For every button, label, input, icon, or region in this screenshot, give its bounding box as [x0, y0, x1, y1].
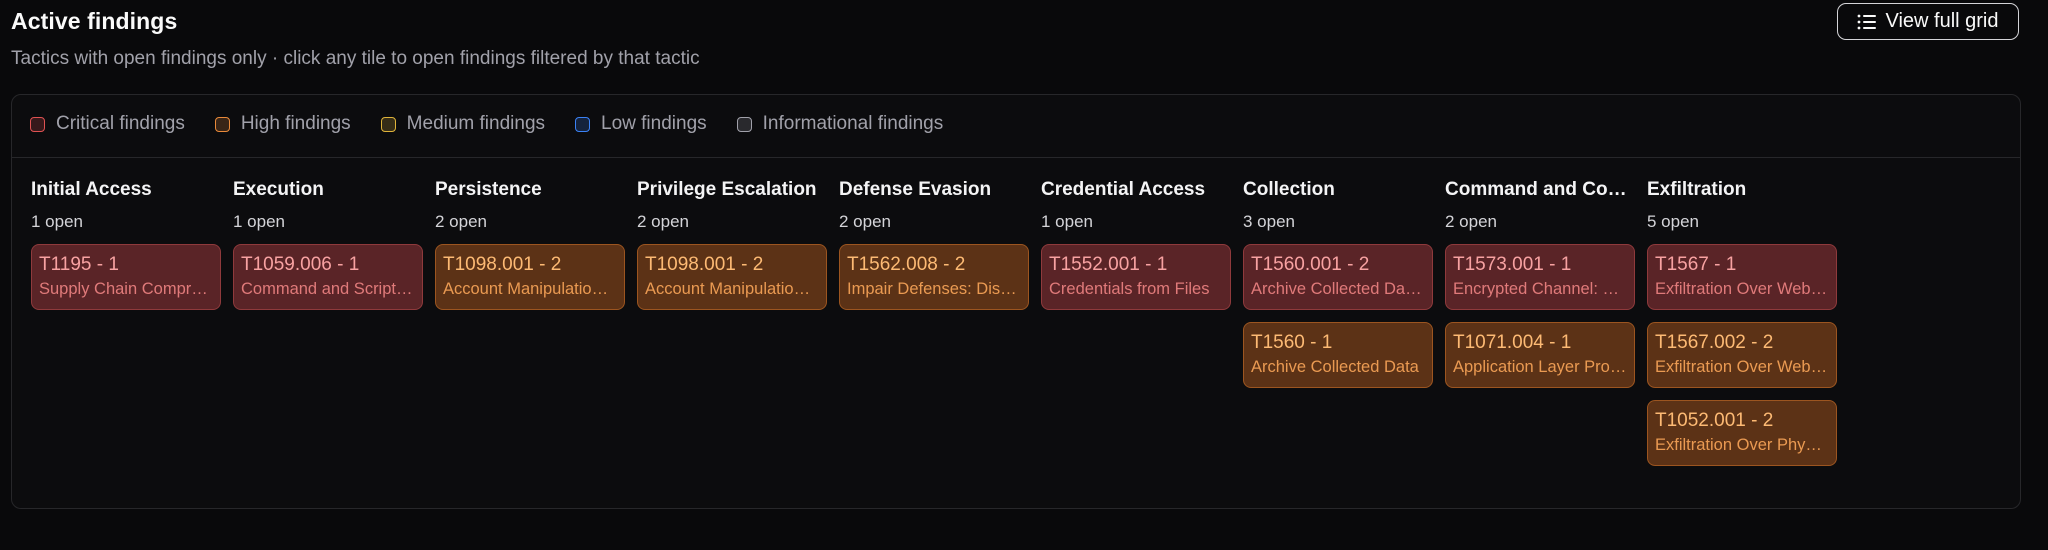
tactic-column: Exfiltration 5 open T1567 - 1 Exfiltration … — [1647, 177, 1839, 466]
legend-label: Informational findings — [762, 113, 944, 134]
technique-id: T1098.001 - 2 — [443, 254, 562, 275]
tactic-title: Initial Access — [31, 179, 152, 200]
tactic-column: Defense Evasion 2 open T1562.008 - 2 Impair… — [839, 177, 1031, 310]
technique-tile[interactable]: T1098.001 - 2 Account Manipulation: Addit… — [435, 244, 625, 310]
tactic-open-count: 1 open — [31, 212, 83, 231]
technique-id: T1573.001 - 1 — [1453, 254, 1572, 275]
tactic-title: Credential Access — [1041, 179, 1206, 200]
technique-name: Archive Collected Data: Archive via Util… — [1251, 280, 1425, 298]
legend-item: Low findings — [575, 113, 707, 135]
tactic-column: Execution 1 open T1059.006 - 1 Command and … — [233, 177, 425, 310]
view-full-grid-button[interactable]: View full grid — [1837, 3, 2019, 40]
technique-tile[interactable]: T1573.001 - 1 Encrypted Channel: Symmetri… — [1445, 244, 1635, 310]
technique-tile[interactable]: T1567.002 - 2 Exfiltration Over Web Servi… — [1647, 322, 1837, 388]
tactic-title: Execution — [233, 179, 324, 200]
technique-tile[interactable]: T1560 - 1 Archive Collected Data — [1243, 322, 1433, 388]
tactic-column: Collection 3 open T1560.001 - 2 Archive Col… — [1243, 177, 1435, 388]
technique-id: T1052.001 - 2 — [1655, 410, 1774, 431]
technique-name: Encrypted Channel: Symmetric Cryptograph… — [1453, 280, 1627, 298]
technique-tile[interactable]: T1567 - 1 Exfiltration Over Web Service — [1647, 244, 1837, 310]
list-icon — [1857, 13, 1877, 31]
tactic-open-count: 2 open — [435, 212, 487, 231]
technique-tile[interactable]: T1071.004 - 1 Application Layer Protocol:… — [1445, 322, 1635, 388]
technique-id: T1195 - 1 — [39, 254, 119, 275]
tactic-title: Exfiltration — [1647, 179, 1747, 200]
technique-name: Exfiltration Over Web Service — [1655, 280, 1829, 298]
tactic-open-count: 5 open — [1647, 212, 1699, 231]
page-subtitle: Tactics with open findings only · click … — [11, 48, 700, 69]
technique-tile[interactable]: T1552.001 - 1 Credentials from Files — [1041, 244, 1231, 310]
technique-id: T1567.002 - 2 — [1655, 332, 1774, 353]
technique-tile[interactable]: T1059.006 - 1 Command and Scripting Inter… — [233, 244, 423, 310]
view-full-grid-label: View full grid — [1885, 10, 1999, 32]
legend-swatch — [575, 116, 591, 132]
legend-swatch — [214, 116, 230, 132]
tactic-title: Privilege Escalation — [637, 179, 817, 200]
legend-item: Medium findings — [380, 113, 546, 135]
technique-name: Application Layer Protocol: DNS — [1453, 358, 1627, 376]
tactic-open-count: 2 open — [637, 212, 689, 231]
legend-label: Medium findings — [406, 113, 546, 134]
page-title: Active findings — [11, 8, 178, 34]
tactic-column: Initial Access 1 open T1195 - 1 Supply Chai… — [31, 177, 223, 310]
tactic-column: Credential Access 1 open T1552.001 - 1 Cred… — [1041, 177, 1233, 310]
tactic-title: Collection — [1243, 179, 1335, 200]
legend-swatch — [380, 116, 396, 132]
technique-tile[interactable]: T1052.001 - 2 Exfiltration Over Physical … — [1647, 400, 1837, 466]
technique-id: T1098.001 - 2 — [645, 254, 764, 275]
tactic-open-count: 2 open — [839, 212, 891, 231]
tactic-title: Defense Evasion — [839, 179, 992, 200]
technique-name: Account Manipulation: Additional Cloud C… — [645, 280, 819, 298]
tactic-open-count: 3 open — [1243, 212, 1295, 231]
technique-name: Exfiltration Over Web Service: Exfiltrat… — [1655, 358, 1829, 376]
technique-name: Credentials from Files — [1049, 280, 1210, 298]
technique-tile[interactable]: T1195 - 1 Supply Chain Compromise — [31, 244, 221, 310]
technique-id: T1567 - 1 — [1655, 254, 1737, 275]
legend-label: High findings — [240, 113, 351, 134]
technique-name: Command and Scripting Interpreter: Pytho… — [241, 280, 415, 298]
technique-id: T1071.004 - 1 — [1453, 332, 1572, 353]
tactic-column: Command and Control 2 open T1573.001 - 1 En… — [1445, 177, 1637, 388]
technique-id: T1059.006 - 1 — [241, 254, 360, 275]
legend-divider — [12, 157, 2020, 158]
technique-id: T1562.008 - 2 — [847, 254, 966, 275]
technique-tile[interactable]: T1562.008 - 2 Impair Defenses: Disable or… — [839, 244, 1029, 310]
technique-name: Supply Chain Compromise — [39, 280, 213, 298]
technique-id: T1552.001 - 1 — [1049, 254, 1168, 275]
technique-name: Account Manipulation: Additional Cloud C… — [443, 280, 617, 298]
legend-label: Low findings — [601, 113, 707, 134]
technique-id: T1560.001 - 2 — [1251, 254, 1370, 275]
tactic-title: Command and Control — [1445, 179, 1637, 200]
tactic-column: Persistence 2 open T1098.001 - 2 Account Ma… — [435, 177, 627, 310]
legend-label: Critical findings — [56, 113, 185, 134]
tactic-open-count: 1 open — [233, 212, 285, 231]
tactic-title: Persistence — [435, 179, 542, 200]
technique-name: Archive Collected Data — [1251, 358, 1419, 376]
severity-legend: Critical findings High findings Medium fin… — [30, 113, 943, 135]
tactic-open-count: 1 open — [1041, 212, 1093, 231]
technique-tile[interactable]: T1098.001 - 2 Account Manipulation: Addit… — [637, 244, 827, 310]
technique-name: Exfiltration Over Physical Medium: Exfil… — [1655, 436, 1829, 454]
legend-swatch — [736, 116, 752, 132]
tactic-open-count: 2 open — [1445, 212, 1497, 231]
technique-tile[interactable]: T1560.001 - 2 Archive Collected Data: Arc… — [1243, 244, 1433, 310]
legend-item: High findings — [214, 113, 351, 135]
technique-id: T1560 - 1 — [1251, 332, 1333, 353]
findings-panel: Critical findings High findings Medium fin… — [11, 94, 2021, 509]
tactic-column: Privilege Escalation 2 open T1098.001 - 2 A… — [637, 177, 829, 310]
legend-item: Critical findings — [30, 113, 185, 135]
legend-swatch — [30, 116, 45, 132]
legend-item: Informational findings — [736, 113, 944, 135]
technique-name: Impair Defenses: Disable or Modify Cloud… — [847, 280, 1021, 298]
